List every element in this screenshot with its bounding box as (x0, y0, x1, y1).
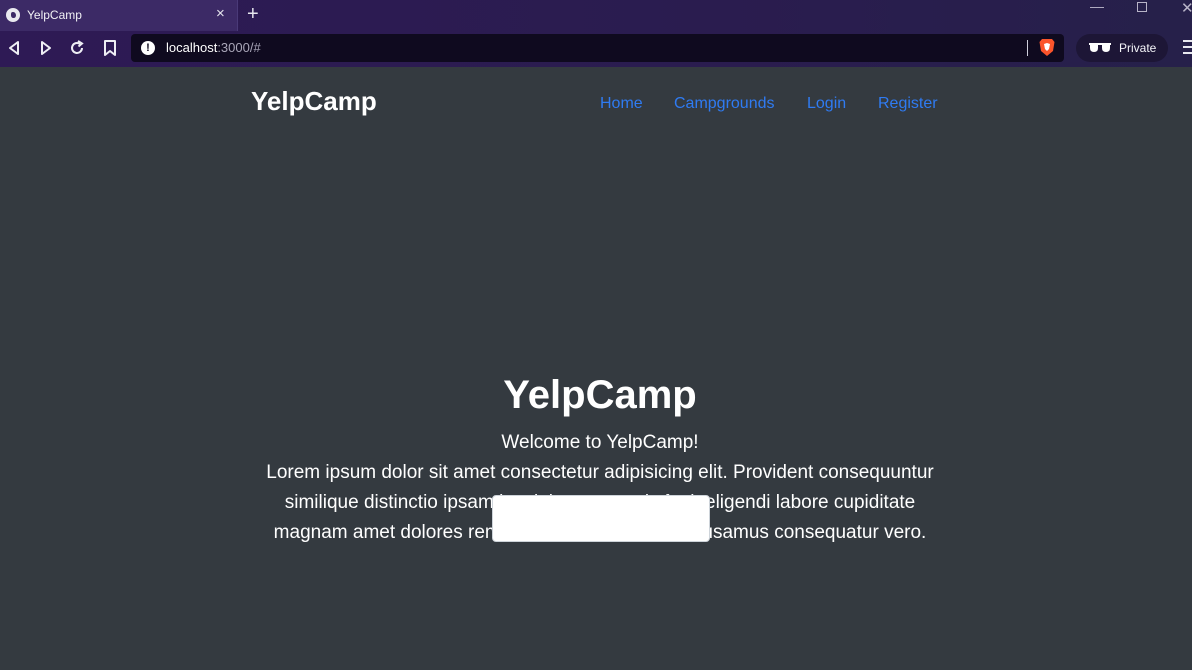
view-campgrounds-button[interactable] (492, 495, 710, 542)
private-label: Private (1119, 41, 1157, 55)
reload-icon[interactable] (68, 39, 86, 57)
bookmark-icon[interactable] (101, 39, 119, 57)
address-divider (1027, 40, 1028, 56)
nav-link-campgrounds[interactable]: Campgrounds (674, 95, 775, 113)
back-icon[interactable] (6, 39, 24, 57)
forward-icon[interactable] (36, 39, 54, 57)
minimize-icon[interactable]: — (1090, 0, 1104, 14)
maximize-icon[interactable] (1137, 2, 1147, 12)
url-host: localhost (166, 40, 218, 55)
brave-shield-icon[interactable] (1039, 38, 1055, 57)
url-text[interactable]: localhost:3000/# (166, 40, 261, 55)
new-tab-icon[interactable]: + (247, 3, 259, 25)
menu-icon[interactable] (1183, 40, 1192, 56)
nav-link-login[interactable]: Login (807, 95, 846, 113)
tab-bar: YelpCamp × + — ✕ (0, 0, 1192, 31)
browser-toolbar: ! localhost:3000/# Private (0, 31, 1192, 67)
close-tab-icon[interactable]: × (216, 6, 225, 21)
main-nav: Home Campgrounds Login Register (0, 95, 1192, 119)
private-window-indicator[interactable]: Private (1076, 34, 1168, 62)
page-content: YelpCamp Home Campgrounds Login Register… (0, 67, 1192, 670)
window-close-icon[interactable]: ✕ (1181, 0, 1192, 17)
url-path: :3000/# (217, 40, 261, 55)
sunglasses-icon (1089, 43, 1111, 52)
browser-chrome: YelpCamp × + — ✕ ! localhost:3000/# Priv… (0, 0, 1192, 67)
browser-tab-yelpcamp[interactable]: YelpCamp × (0, 0, 238, 31)
tab-title: YelpCamp (27, 8, 82, 22)
address-bar[interactable]: ! localhost:3000/# (131, 34, 1064, 62)
hero-title: YelpCamp (503, 373, 697, 417)
site-info-icon[interactable]: ! (141, 41, 155, 55)
nav-link-register[interactable]: Register (878, 95, 938, 113)
nav-link-home[interactable]: Home (600, 95, 643, 113)
globe-icon (6, 8, 20, 22)
hero-welcome-text: Welcome to YelpCamp! (501, 432, 699, 453)
